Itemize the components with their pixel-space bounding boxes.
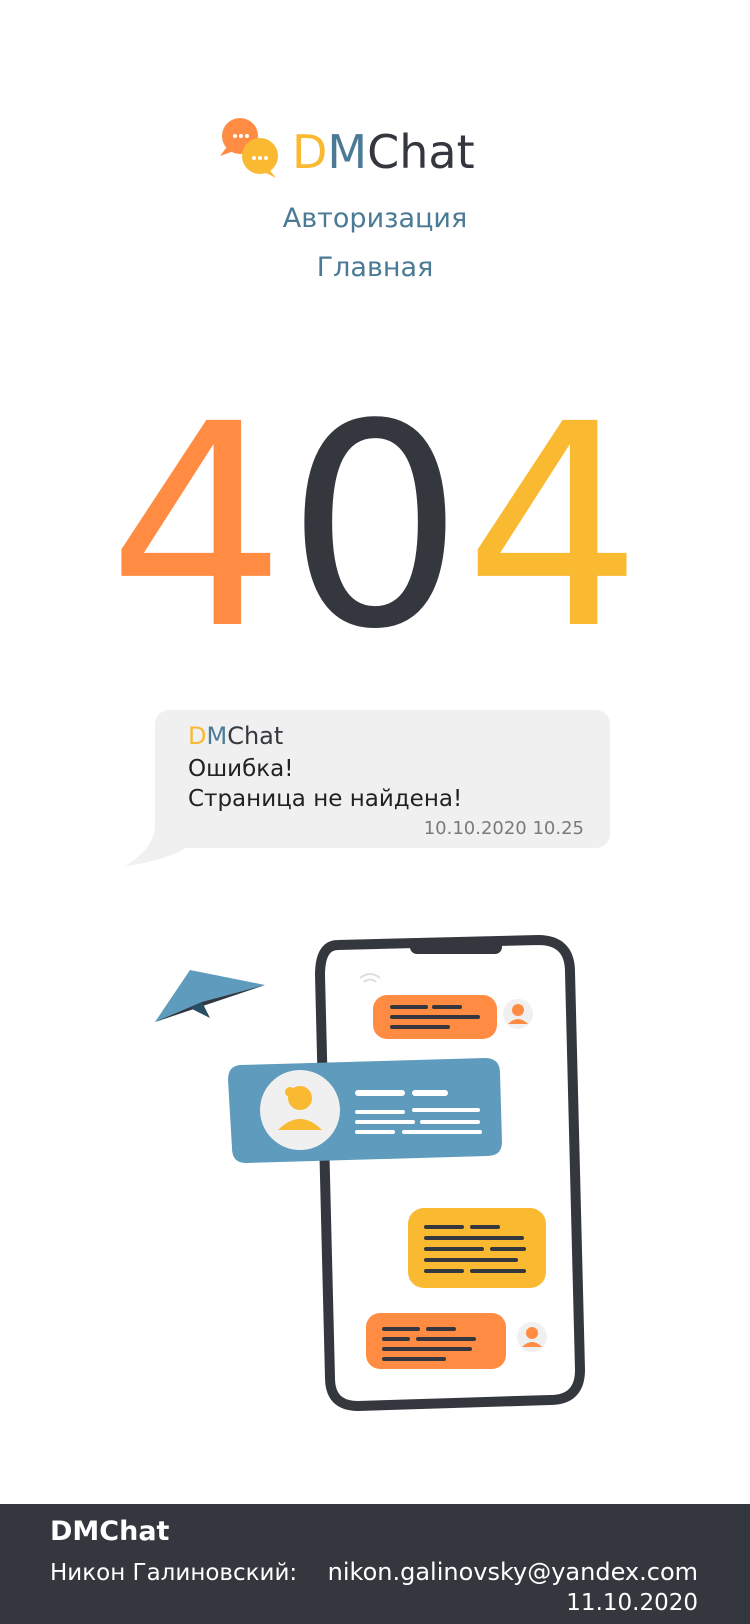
nav-link-main[interactable]: Главная	[0, 252, 750, 283]
error-digit-1: 4	[107, 365, 286, 691]
brand-letter-d: D	[292, 125, 328, 179]
footer-author: Никон Галиновский:	[50, 1560, 298, 1586]
error-digit-2: 0	[285, 365, 465, 691]
footer-date: 11.10.2020	[566, 1590, 698, 1616]
error-text: Страница не найдена!	[188, 786, 463, 812]
error-code: 404	[0, 378, 750, 678]
bubble-brand-m: M	[206, 722, 228, 750]
error-message-bubble: DMChat Ошибка! Страница не найдена! 10.1…	[155, 710, 610, 848]
error-title: Ошибка!	[188, 756, 294, 782]
header: DMChat Авторизация Главная	[0, 0, 750, 300]
brand-name: DMChat	[292, 124, 475, 180]
bubble-brand-rest: Chat	[227, 722, 284, 750]
phone-message-2	[408, 1208, 546, 1288]
footer: DMChat Никон Галиновский: nikon.galinovs…	[0, 1504, 750, 1624]
brand-letter-m: M	[327, 125, 368, 179]
bubble-brand: DMChat	[188, 720, 283, 752]
footer-brand: DMChat	[50, 1516, 170, 1547]
footer-email-link[interactable]: nikon.galinovsky@yandex.com	[328, 1558, 698, 1586]
nav-link-auth[interactable]: Авторизация	[0, 203, 750, 234]
error-digit-3: 4	[464, 365, 643, 691]
brand-logo[interactable]: DMChat	[220, 118, 500, 188]
chat-bubbles-logo-icon	[220, 118, 278, 178]
message-timestamp: 10.10.2020 10.25	[423, 818, 584, 839]
phone-chat-illustration	[155, 934, 586, 1412]
brand-rest: Chat	[367, 125, 475, 179]
contact-card	[228, 1058, 502, 1163]
paper-plane-icon	[155, 970, 265, 1022]
bubble-brand-d: D	[188, 722, 207, 750]
